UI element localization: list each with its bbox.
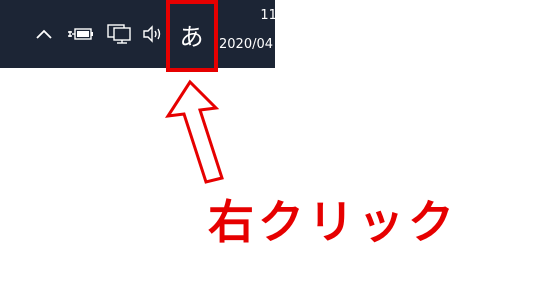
annotation-caption: 右クリック	[208, 195, 458, 249]
network-icon[interactable]	[104, 22, 134, 46]
ime-mode-label: あ	[179, 22, 204, 51]
ime-mode-indicator[interactable]: あ	[170, 0, 213, 68]
clock-date: 2020/04	[219, 37, 274, 52]
clock-time: 11:5	[260, 8, 275, 23]
chevron-up-icon[interactable]	[34, 22, 54, 46]
battery-charging-icon[interactable]	[66, 22, 96, 46]
taskbar: あ 11:5 2020/04	[0, 0, 275, 68]
volume-icon[interactable]	[140, 22, 166, 46]
clock[interactable]: 11:5 2020/04	[219, 8, 275, 53]
arrow-up-icon	[164, 79, 224, 184]
